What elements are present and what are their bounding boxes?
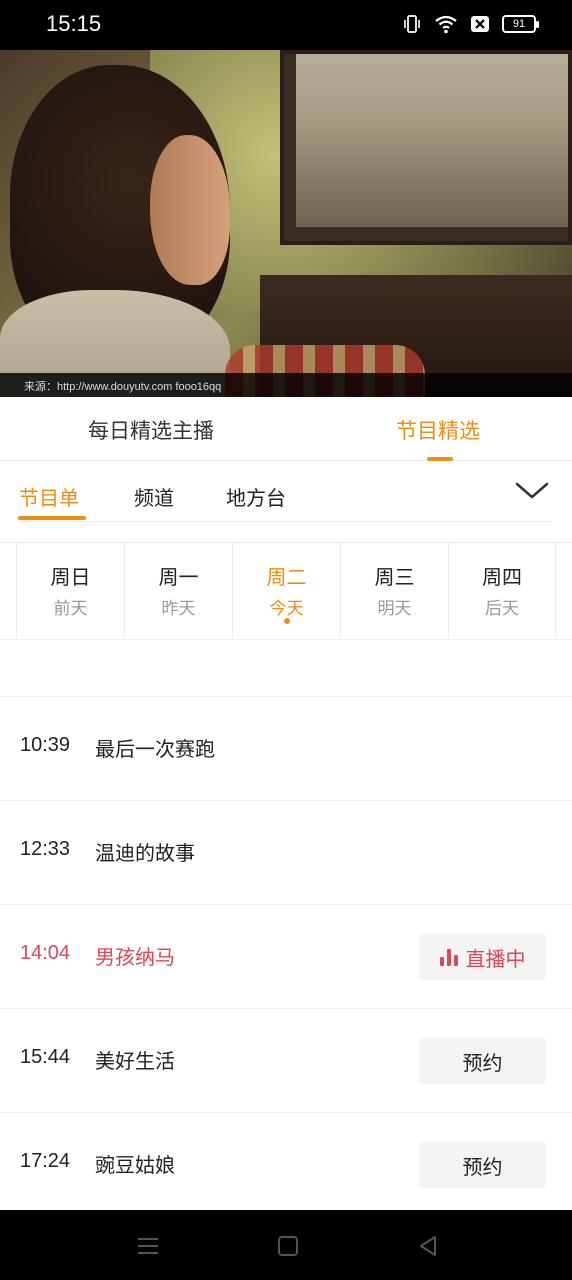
day-weekday: 周日: [50, 565, 91, 589]
vibrate-icon: [404, 15, 420, 33]
reserve-button[interactable]: 预约: [419, 1142, 546, 1188]
status-icons: 91: [402, 14, 539, 34]
menu-icon: [138, 1238, 158, 1254]
program-time: 17:24: [20, 1150, 71, 1172]
table-row[interactable]: 14:04 男孩纳马 直播中: [0, 905, 572, 1009]
main-tabs: 每日精选主播 节目精选: [0, 397, 572, 461]
live-now-label: 直播中: [465, 946, 526, 971]
table-row[interactable]: 15:44 美好生活 预约: [0, 1009, 572, 1113]
day-relative: 明天: [377, 599, 412, 619]
subtab-schedule[interactable]: 节目单: [19, 482, 79, 511]
day-weekday: 周三: [374, 565, 415, 589]
live-bars-icon: [439, 948, 458, 966]
video-person-face: [150, 135, 230, 285]
day-relative: 今天: [269, 599, 304, 619]
sub-tabs: 节目单 频道 地方台: [0, 462, 572, 522]
program-title: 美好生活: [95, 1049, 175, 1073]
sub-tabs-divider: [18, 521, 552, 522]
video-caption-bar: 来源：http://www.douyutv.com fooo16qq: [0, 373, 572, 397]
battery-icon: 91: [502, 15, 539, 33]
back-icon: [420, 1236, 436, 1256]
no-sim-icon: [471, 16, 489, 32]
day-weekday: 周四: [482, 565, 522, 589]
home-button[interactable]: [274, 1232, 302, 1260]
program-title: 豌豆姑娘: [95, 1153, 175, 1177]
battery-level: 91: [512, 18, 526, 30]
day-relative: 前天: [53, 599, 88, 619]
program-title: 温迪的故事: [95, 841, 195, 865]
program-title: 男孩纳马: [95, 945, 175, 969]
schedule-list[interactable]: 10:39 最后一次赛跑 12:33 温迪的故事 14:04 男孩纳马 直播中 …: [0, 640, 572, 1210]
tab-program-picks[interactable]: 节目精选: [396, 415, 480, 445]
program-time: 15:44: [20, 1046, 71, 1068]
day-thursday[interactable]: 周四 后天: [448, 543, 556, 640]
day-selector: 周日 前天 周一 昨天 周二 今天 周三 明天 周四 后天: [0, 542, 572, 640]
chevron-down-icon: [515, 482, 549, 499]
selected-day-dot: [284, 618, 290, 624]
home-icon: [278, 1236, 298, 1256]
table-row[interactable]: 12:33 温迪的故事: [0, 801, 572, 905]
day-relative: 后天: [485, 599, 519, 619]
table-row[interactable]: 17:24 豌豆姑娘 预约: [0, 1113, 572, 1210]
program-title: 最后一次赛跑: [95, 737, 215, 761]
day-wednesday[interactable]: 周三 明天: [340, 543, 448, 640]
day-weekday: 周一: [158, 565, 199, 589]
main-tab-indicator: [427, 457, 453, 461]
video-source-caption: 来源：http://www.douyutv.com fooo16qq: [24, 381, 222, 393]
status-time: 15:15: [46, 11, 102, 36]
day-relative: 昨天: [161, 599, 196, 619]
menu-button[interactable]: [134, 1232, 162, 1260]
video-player[interactable]: 来源：http://www.douyutv.com fooo16qq: [0, 50, 572, 397]
subtab-local-stations[interactable]: 地方台: [226, 482, 286, 511]
status-bar: 15:15 91: [0, 0, 572, 50]
subtab-indicator: [18, 516, 86, 520]
expand-button[interactable]: [514, 478, 554, 508]
day-weekday: 周二: [266, 565, 307, 589]
subtab-channels[interactable]: 频道: [134, 482, 174, 511]
program-time: 14:04: [20, 942, 71, 964]
video-painting: [280, 50, 572, 245]
wifi-icon: [435, 15, 457, 34]
day-tuesday[interactable]: 周二 今天: [232, 543, 340, 640]
program-time: 10:39: [20, 734, 71, 756]
table-row[interactable]: 10:39 最后一次赛跑: [0, 697, 572, 801]
system-nav-bar: [0, 1210, 572, 1280]
reserve-button[interactable]: 预约: [419, 1038, 546, 1084]
table-row[interactable]: [0, 640, 572, 697]
day-sunday[interactable]: 周日 前天: [16, 543, 124, 640]
tab-daily-anchors[interactable]: 每日精选主播: [88, 415, 214, 445]
live-now-button[interactable]: 直播中: [419, 934, 546, 980]
program-time: 12:33: [20, 838, 71, 860]
day-monday[interactable]: 周一 昨天: [124, 543, 232, 640]
back-button[interactable]: [414, 1232, 442, 1260]
